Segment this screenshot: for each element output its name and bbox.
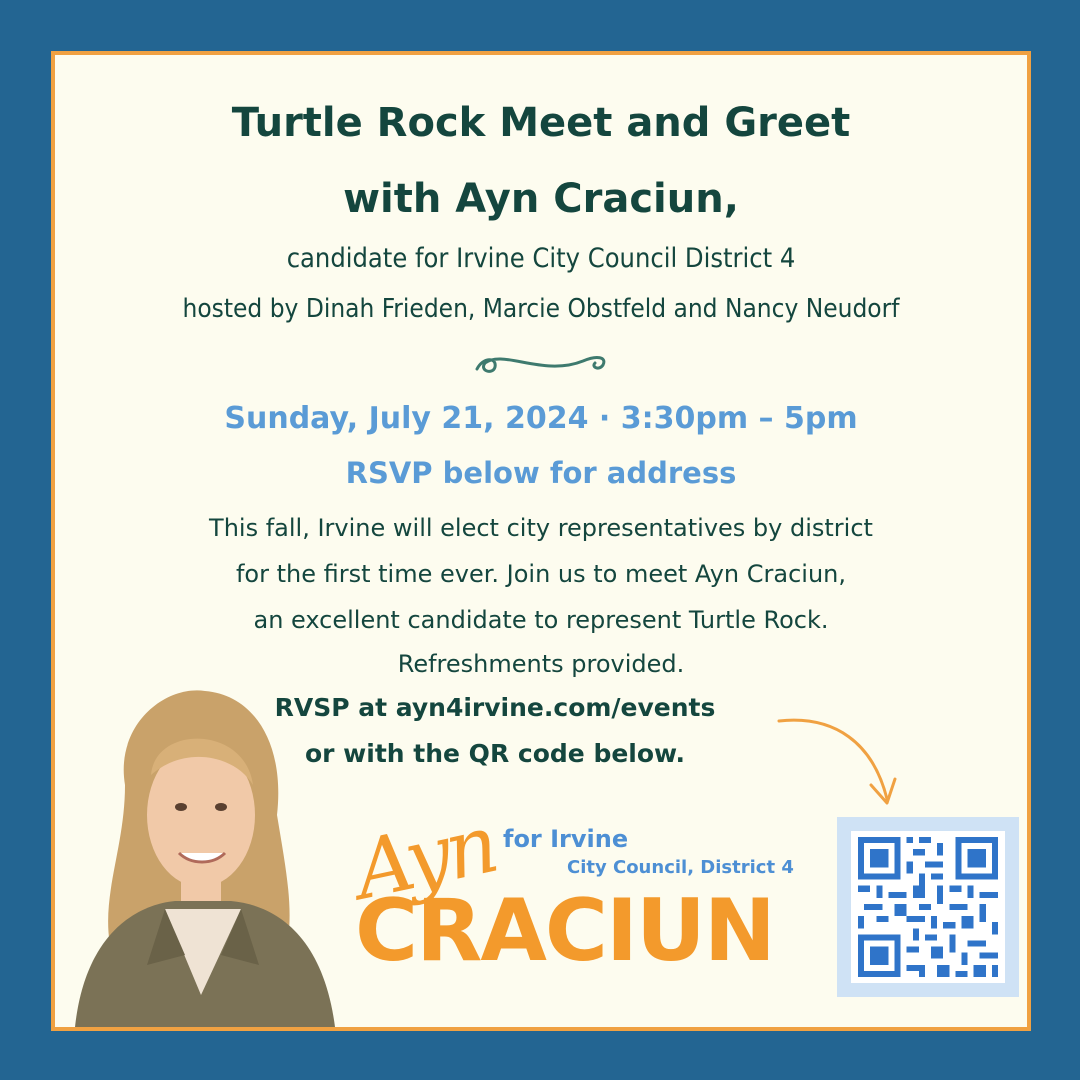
subtitle-hosts: hosted by Dinah Frieden, Marcie Obstfeld… xyxy=(182,294,900,324)
arrow-icon xyxy=(777,718,897,805)
logo-surname: CRACIUN xyxy=(355,881,776,981)
candidate-photo xyxy=(75,690,335,1027)
title-line-2: with Ayn Craciun, xyxy=(343,176,739,222)
subtitle-candidate: candidate for Irvine City Council Distri… xyxy=(286,243,796,274)
logo-council-district: City Council, District 4 xyxy=(567,857,794,878)
qr-code-icon xyxy=(858,837,998,977)
flyer-card: Turtle Rock Meet and Greet with Ayn Crac… xyxy=(51,51,1031,1031)
decorative-swash-icon xyxy=(475,356,606,373)
logo-for-irvine: for Irvine xyxy=(503,825,629,853)
description-line: This fall, Irvine will elect city repres… xyxy=(209,514,873,542)
description-line: for the first time ever. Join us to meet… xyxy=(235,560,847,588)
rsvp-for-address: RSVP below for address xyxy=(345,456,737,490)
qr-code[interactable] xyxy=(837,817,1019,997)
description-line: an excellent candidate to represent Turt… xyxy=(253,606,829,634)
title-line-1: Turtle Rock Meet and Greet xyxy=(231,100,851,146)
event-date-time: Sunday, July 21, 2024 · 3:30pm – 5pm xyxy=(224,401,858,436)
